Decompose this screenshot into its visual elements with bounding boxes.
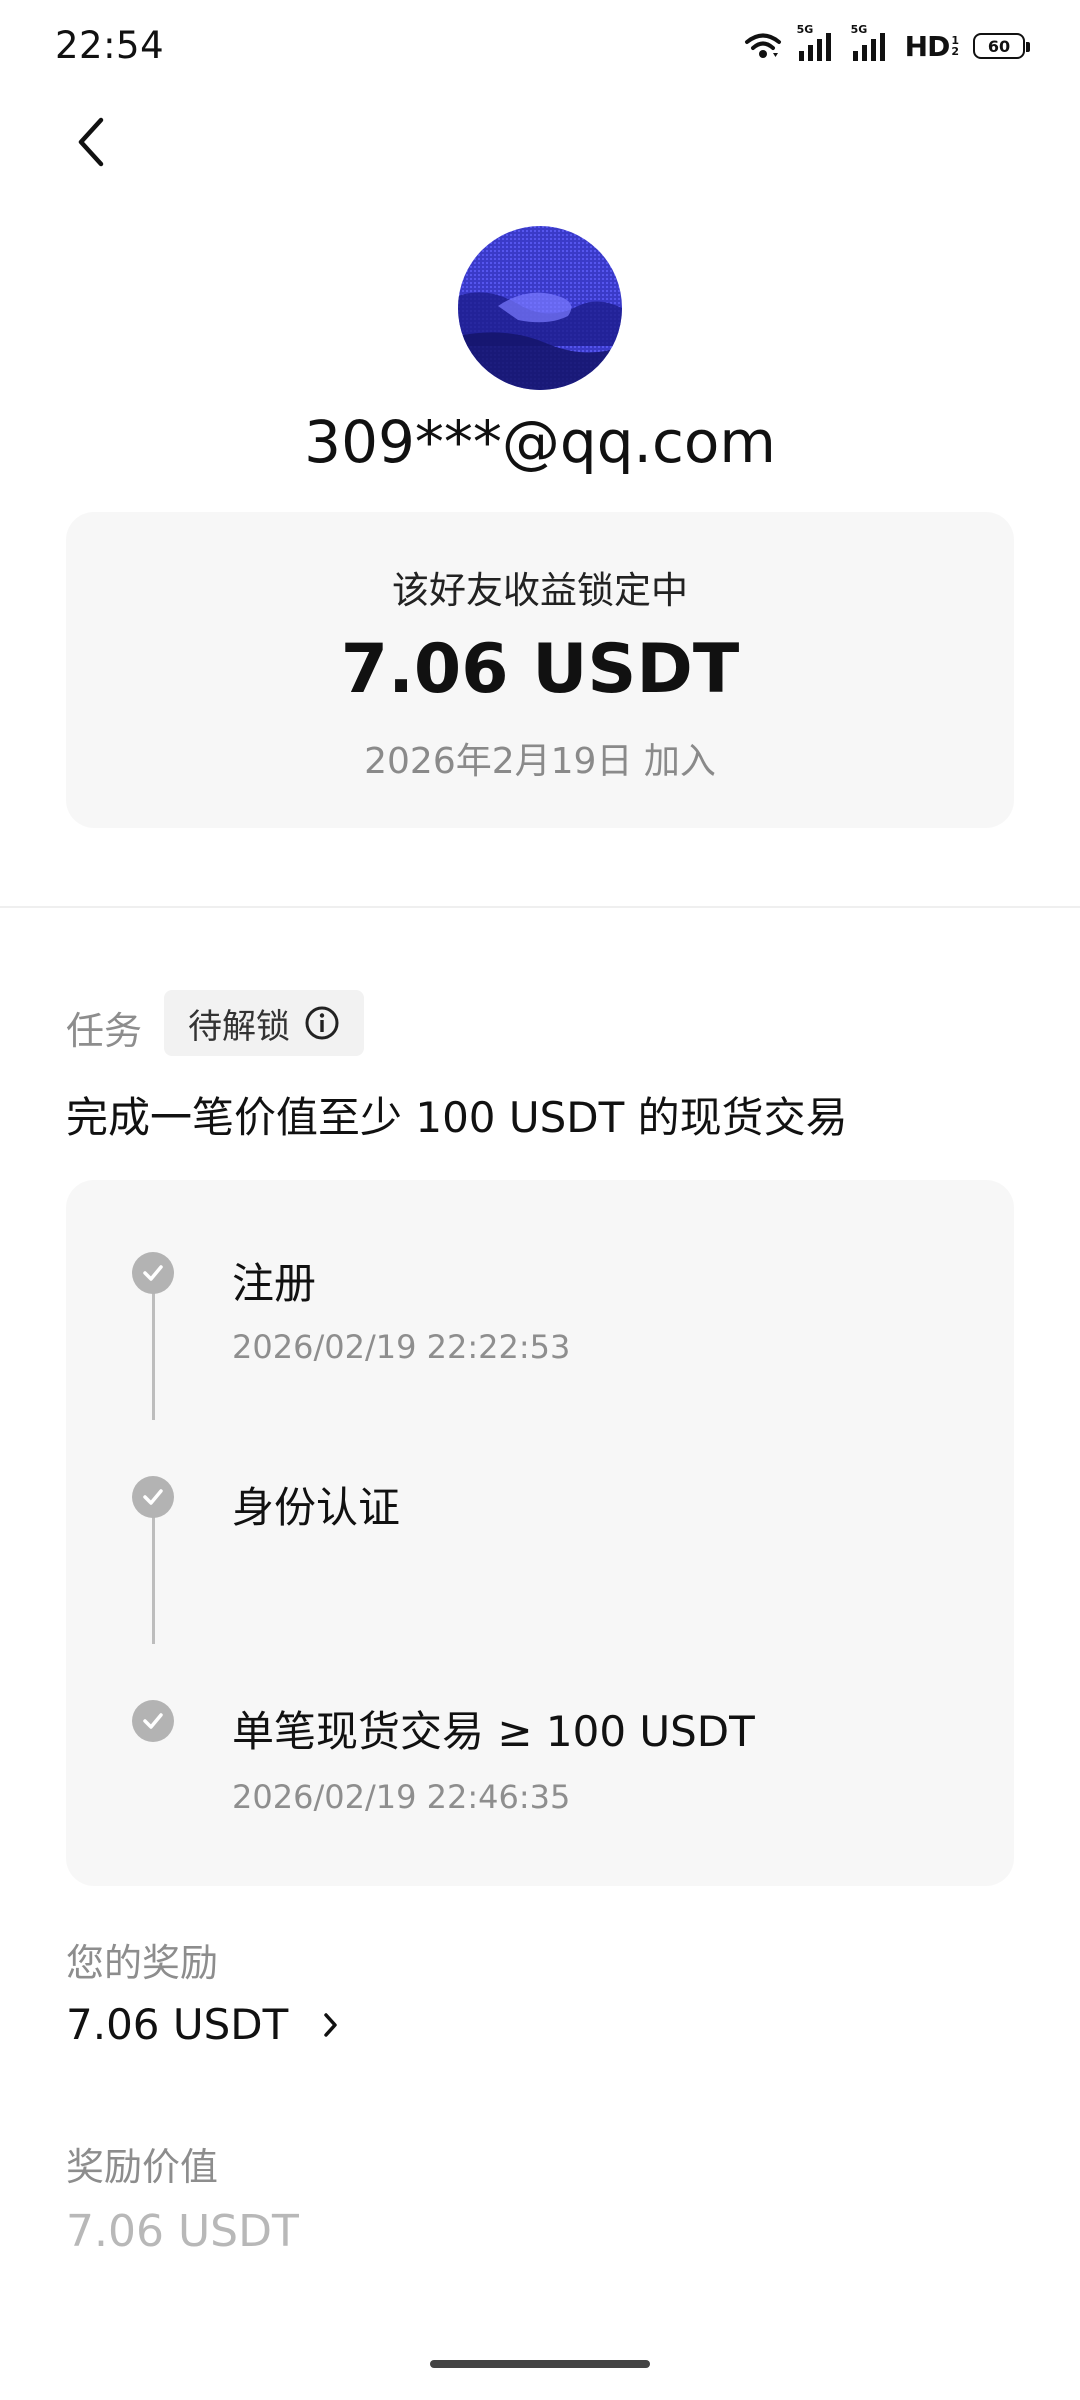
check-icon [143, 1489, 163, 1505]
step-title: 身份认证 [232, 1483, 401, 1532]
step-connector [152, 1500, 155, 1644]
step-complete-icon [132, 1252, 174, 1294]
task-label: 任务 [66, 1009, 143, 1053]
reward-label: 您的奖励 [66, 1941, 219, 1985]
step-time: 2026/02/19 22:22:53 [232, 1328, 571, 1366]
step-time: 2026/02/19 22:46:35 [232, 1778, 571, 1816]
battery-icon: 60 [973, 33, 1030, 59]
check-icon [143, 1713, 163, 1729]
section-divider [0, 906, 1080, 908]
back-button[interactable] [60, 110, 124, 174]
step-complete-icon [132, 1476, 174, 1518]
earnings-status-caption: 该好友收益锁定中 [392, 569, 688, 612]
step-title: 单笔现货交易 ≥ 100 USDT [232, 1707, 755, 1756]
signal-icon: 5G [851, 23, 891, 63]
friend-email: 309***@qq.com [304, 408, 776, 476]
step-connector [152, 1276, 155, 1420]
status-bar: 22:54 5G 5G HD 1 2 60 [0, 0, 1080, 92]
signal-icon: 5G [797, 23, 837, 63]
status-time: 22:54 [55, 24, 165, 67]
hd-indicator: HD 1 2 [904, 29, 959, 63]
task-progress-card: 注册 2026/02/19 22:22:53 身份认证 单笔现货交易 ≥ 100… [66, 1180, 1014, 1886]
reward-value: 7.06 USDT [66, 2000, 289, 2049]
locked-earnings-amount: 7.06 USDT [340, 630, 740, 709]
task-title: 完成一笔价值至少 100 USDT 的现货交易 [66, 1093, 848, 1142]
home-indicator[interactable] [430, 2360, 650, 2368]
back-arrow-icon [78, 117, 104, 167]
status-icons: 5G 5G HD 1 2 60 [743, 23, 1030, 66]
step-title: 注册 [232, 1259, 317, 1308]
wifi-icon [743, 31, 783, 61]
earnings-summary-card: 该好友收益锁定中 7.06 USDT 2026年2月19日 加入 [66, 512, 1014, 828]
info-icon [305, 1006, 339, 1040]
chevron-right-icon [324, 2012, 338, 2037]
step-complete-icon [132, 1700, 174, 1742]
check-icon [143, 1265, 163, 1281]
avatar [458, 226, 622, 390]
task-status-text: 待解锁 [188, 1006, 290, 1047]
task-status-badge[interactable]: 待解锁 [164, 990, 364, 1056]
reward-value-link[interactable]: 7.06 USDT [66, 2000, 340, 2049]
join-date: 2026年2月19日 加入 [364, 741, 716, 782]
reward-value-amount: 7.06 USDT [66, 2206, 299, 2257]
reward-value-label: 奖励价值 [66, 2145, 219, 2189]
